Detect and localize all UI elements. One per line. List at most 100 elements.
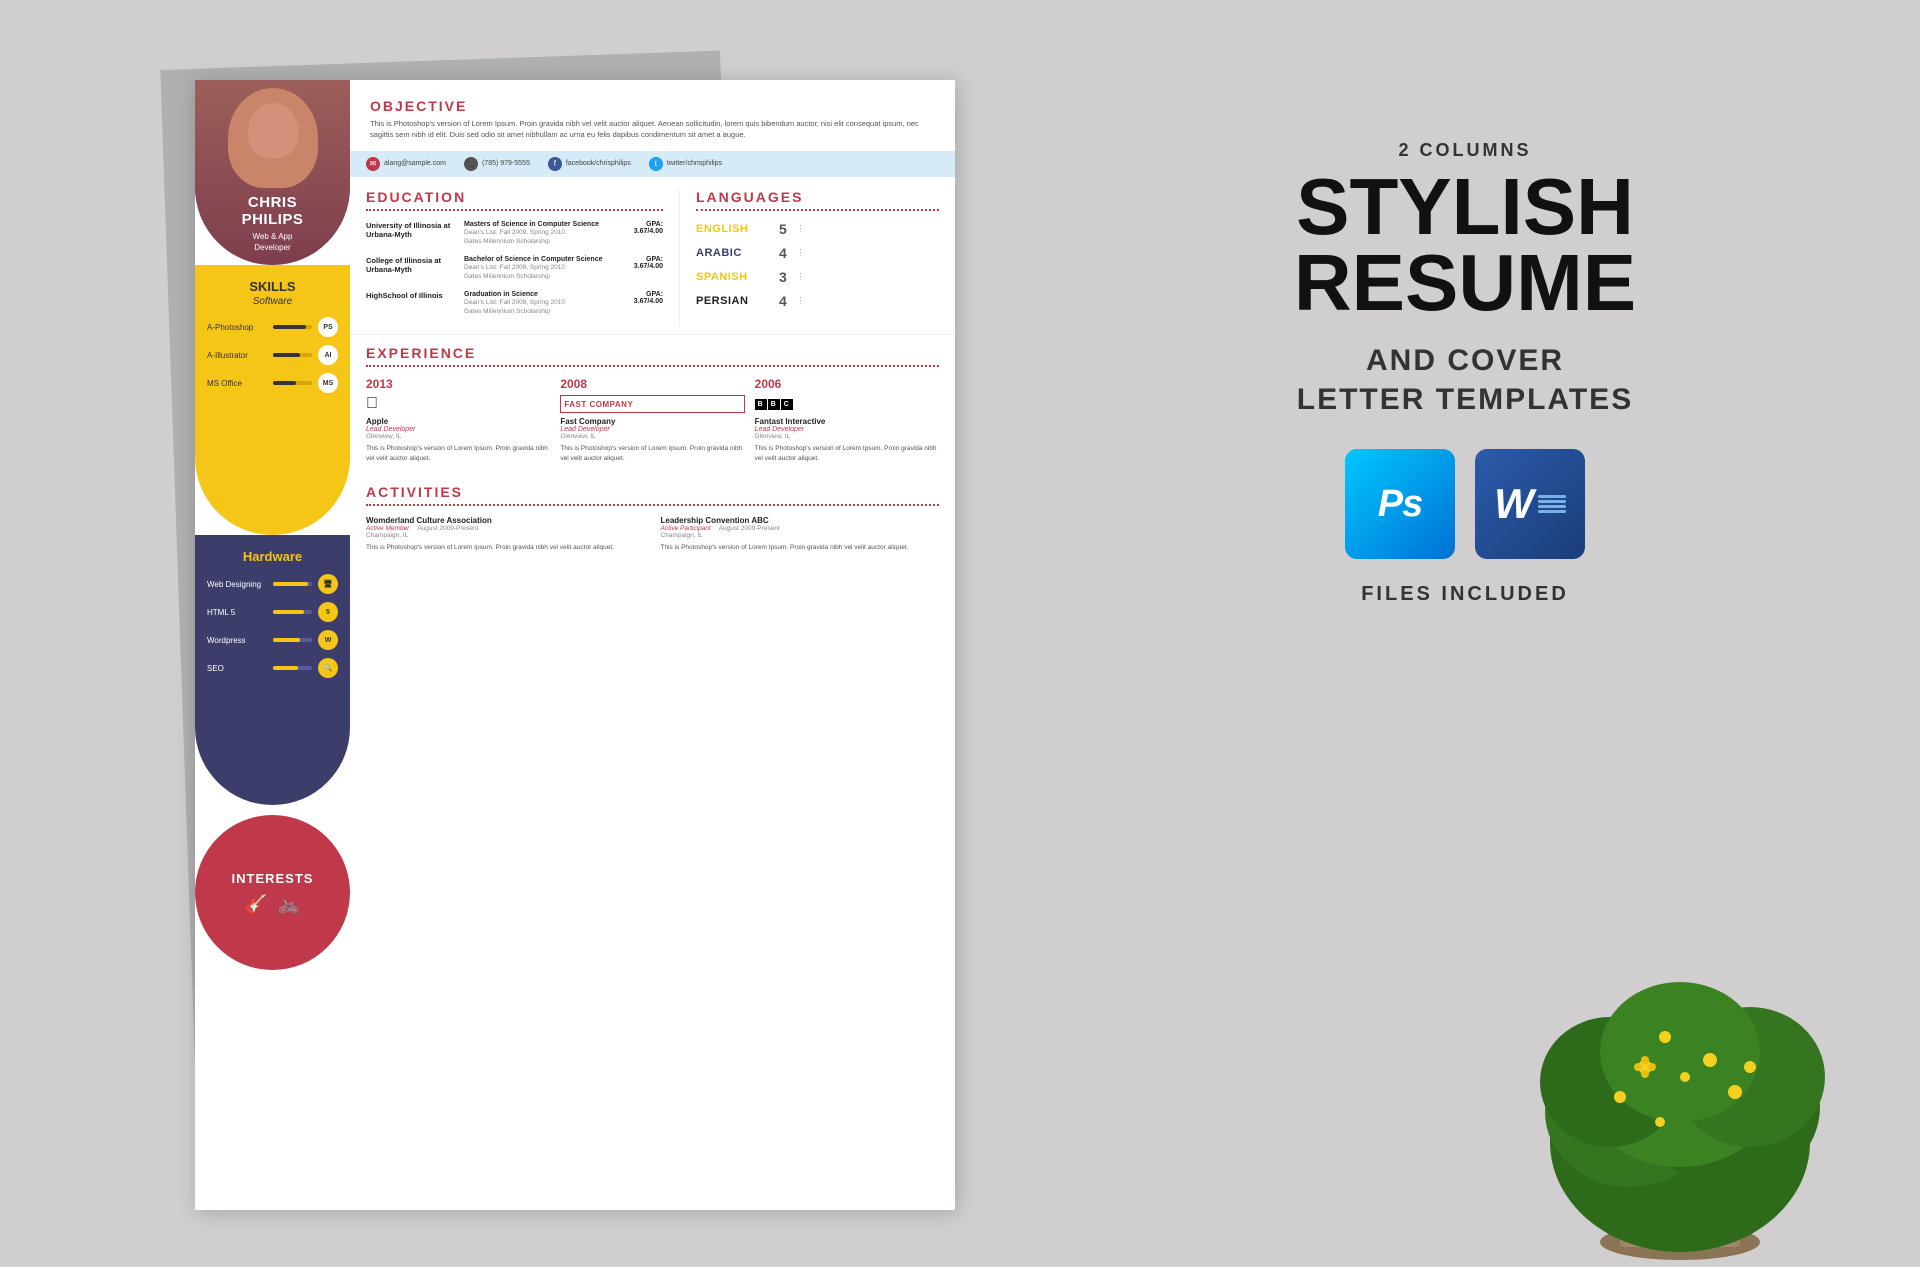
act-date-1: August 2009-Present [417,525,478,532]
skill-fill [273,638,300,642]
activities-grid: Womderland Culture Association Active Me… [366,516,939,553]
skill-badge: 5 [318,602,338,622]
objective-section: OBJECTIVE This is Photoshop's version of… [350,80,955,151]
facebook-text: facebook/chrisphilips [566,160,631,167]
lang-dots-persian: ⋮ [797,296,805,305]
profile-face [228,88,318,188]
skill-label: SEO [207,664,267,673]
languages-title: LANGUAGES [696,189,939,205]
objective-text: This is Photoshop's version of Lorem Ips… [370,118,935,141]
activities-divider [366,504,939,506]
word-line-2 [1538,500,1566,503]
twitter-text: twitter/chrisphilips [667,160,722,167]
bbc-c: C [781,399,793,410]
sub-title-line2: LETTER TEMPLATES [1297,383,1633,416]
contact-twitter: t twitter/chrisphilips [649,157,722,171]
lang-persian: PERSIAN 4 ⋮ [696,293,939,309]
lang-dots-english: ⋮ [797,224,805,233]
sub-title: AND COVER LETTER TEMPLATES [1294,341,1636,419]
lang-spanish: SPANISH 3 ⋮ [696,269,939,285]
exp-company-fastcompany: Fast Company [560,417,744,426]
experience-divider [366,365,939,367]
skill-bar [273,582,312,586]
main-title-line2: RESUME [1294,238,1636,327]
profile-section: CHRISPHILIPS Web & AppDeveloper [195,80,350,265]
skill-fill [273,666,298,670]
photoshop-icon: Ps [1345,449,1455,559]
skill-fill [273,610,304,614]
hardware-section: Hardware Web Designing 🖥 HTML 5 5 Wordpr… [195,535,350,805]
profile-name: CHRISPHILIPS [242,195,304,228]
bicycle-icon: 🚲 [278,894,300,915]
exp-year-apple: 2013 [366,377,550,391]
act-text-2: This is Photoshop's version of Lorem Ips… [661,543,940,553]
lang-name-arabic: ARABIC [696,247,771,259]
edu-details-2: Bachelor of Science in Computer Science … [464,256,626,281]
skill-photoshop: A-Photoshop PS [207,317,338,337]
contact-email: ✉ alang@sample.com [366,157,446,171]
two-columns-tag: 2 COLUMNS [1294,140,1636,161]
lang-arabic: ARABIC 4 ⋮ [696,245,939,261]
exp-company-bbc: Fantast Interactive [755,417,939,426]
experience-section: EXPERIENCE 2013  Apple Lead Developer G… [350,335,955,474]
edu-entry-3: HighSchool of Illinois Graduation in Sci… [366,291,663,316]
exp-text-bbc: This is Photoshop's version of Lorem Ips… [755,444,939,464]
facebook-icon: f [548,157,562,171]
word-line-3 [1538,505,1566,508]
objective-title: OBJECTIVE [370,98,935,114]
skill-label: MS Office [207,379,267,388]
lang-name-persian: PERSIAN [696,295,771,307]
skill-bar [273,610,312,614]
skill-webdesign: Web Designing 🖥 [207,574,338,594]
skill-illustrator: A-Illustrator AI [207,345,338,365]
main-title: STYLISH RESUME [1294,169,1636,321]
edu-entry-1: University of Illinosia at Urbana-Myth M… [366,221,663,246]
plant-svg [1490,922,1870,1262]
act-womderland: Womderland Culture Association Active Me… [366,516,645,553]
skills-section: SKILLS Software A-Photoshop PS A-Illustr… [195,265,350,535]
skill-label: A-Photoshop [207,323,267,332]
exp-text-apple: This is Photoshop's version of Lorem Ips… [366,444,550,464]
act-org-2: Leadership Convention ABC [661,516,940,525]
education-divider [366,209,663,211]
exp-role-bbc: Lead Developer [755,426,939,433]
email-icon: ✉ [366,157,380,171]
skill-fill [273,325,306,329]
lang-dots-spanish: ⋮ [797,272,805,281]
skill-badge: AI [318,345,338,365]
skills-subtitle: Software [253,296,292,307]
phone-text: (785) 979-5555 [482,160,530,167]
bbc-b2: B [768,399,780,410]
lang-english: ENGLISH 5 ⋮ [696,221,939,237]
contact-facebook: f facebook/chrisphilips [548,157,631,171]
plant-decoration [1490,922,1870,1262]
exp-role-fastcompany: Lead Developer [560,426,744,433]
interests-title: INTERESTS [232,871,314,886]
interests-icons: 🎸 🚲 [245,894,300,915]
word-line-4 [1538,510,1566,513]
skill-badge: 🔍 [318,658,338,678]
word-lines-decoration [1538,495,1566,513]
experience-grid: 2013  Apple Lead Developer Glenview, IL… [366,377,939,464]
bbc-logo-icon: B B C [755,395,939,413]
skill-bar [273,666,312,670]
contact-bar: ✉ alang@sample.com 📞 (785) 979-5555 f fa… [350,151,955,177]
sub-title-line1: AND COVER [1366,344,1564,377]
edu-subtext-3: Dean's List: Fall 2009, Spring 2010Gates… [464,298,626,316]
edu-gpa-1: GPA:3.67/4.00 [634,221,663,246]
edu-entry-2: College of Illinosia at Urbana-Myth Bach… [366,256,663,281]
edu-degree-3: Graduation in Science [464,291,626,298]
apple-logo-icon:  [366,395,550,413]
ps-label: Ps [1378,483,1422,526]
edu-school-3: HighSchool of Illinois [366,291,456,316]
exp-text-fastcompany: This is Photoshop's version of Lorem Ips… [560,444,744,464]
education-title: EDUCATION [366,189,663,205]
edu-details-1: Masters of Science in Computer Science D… [464,221,626,246]
exp-role-apple: Lead Developer [366,426,550,433]
word-icon: W [1475,449,1585,559]
exp-apple: 2013  Apple Lead Developer Glenview, IL… [366,377,550,464]
act-role-2: Active Participant [661,525,711,532]
languages-column: LANGUAGES ENGLISH 5 ⋮ ARABIC 4 ⋮ SPANISH… [679,189,939,327]
exp-location-apple: Glenview, IL [366,433,550,440]
edu-degree-1: Masters of Science in Computer Science [464,221,626,228]
